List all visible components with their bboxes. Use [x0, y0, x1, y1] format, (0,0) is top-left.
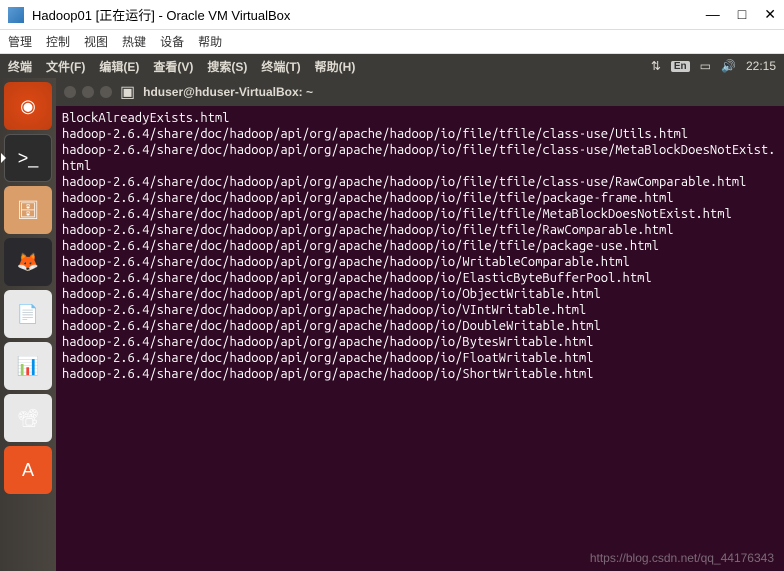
- launcher-firefox[interactable]: 🦊: [4, 238, 52, 286]
- menu-search[interactable]: 搜索(S): [207, 58, 247, 75]
- unity-launcher: ◉>_🗄🦊📄📊📽A: [0, 78, 56, 571]
- network-icon[interactable]: ⇅: [651, 59, 661, 73]
- terminal-window: ▣ hduser@hduser-VirtualBox: ~ BlockAlrea…: [56, 78, 784, 571]
- menu-view[interactable]: 查看(V): [153, 58, 193, 75]
- term-close-icon[interactable]: [64, 86, 76, 98]
- menu-devices[interactable]: 设备: [160, 33, 184, 50]
- menu-manage[interactable]: 管理: [8, 33, 32, 50]
- ubuntu-menubar: 终端 文件(F) 编辑(E) 查看(V) 搜索(S) 终端(T) 帮助(H) ⇅…: [0, 54, 784, 78]
- launcher-calc[interactable]: 📊: [4, 342, 52, 390]
- minimize-button[interactable]: —: [706, 6, 720, 23]
- language-indicator[interactable]: En: [671, 61, 690, 72]
- terminal-titlebar[interactable]: ▣ hduser@hduser-VirtualBox: ~: [56, 78, 784, 106]
- term-maximize-icon[interactable]: [100, 86, 112, 98]
- terminal-output[interactable]: BlockAlreadyExists.html hadoop-2.6.4/sha…: [56, 106, 784, 571]
- launcher-ubuntu-dash[interactable]: ◉: [4, 82, 52, 130]
- menu-hotkey[interactable]: 热键: [122, 33, 146, 50]
- menu-edit[interactable]: 编辑(E): [99, 58, 139, 75]
- clock[interactable]: 22:15: [746, 59, 776, 73]
- battery-icon[interactable]: ▭: [700, 59, 711, 73]
- menu-terminal[interactable]: 终端(T): [261, 58, 300, 75]
- term-minimize-icon[interactable]: [82, 86, 94, 98]
- menu-control[interactable]: 控制: [46, 33, 70, 50]
- ubuntu-desktop: ◉>_🗄🦊📄📊📽A ▣ hduser@hduser-VirtualBox: ~ …: [0, 78, 784, 571]
- launcher-files[interactable]: 🗄: [4, 186, 52, 234]
- folder-icon: ▣: [120, 82, 135, 102]
- app-name[interactable]: 终端: [8, 58, 32, 75]
- maximize-button[interactable]: □: [738, 6, 746, 23]
- launcher-software[interactable]: A: [4, 446, 52, 494]
- virtualbox-titlebar: Hadoop01 [正在运行] - Oracle VM VirtualBox —…: [0, 0, 784, 30]
- menu-help[interactable]: 帮助(H): [315, 58, 356, 75]
- menu-help[interactable]: 帮助: [198, 33, 222, 50]
- virtualbox-title: Hadoop01 [正在运行] - Oracle VM VirtualBox: [32, 5, 706, 24]
- volume-icon[interactable]: 🔊: [721, 59, 736, 73]
- virtualbox-menubar: 管理 控制 视图 热键 设备 帮助: [0, 30, 784, 54]
- menu-view[interactable]: 视图: [84, 33, 108, 50]
- launcher-writer[interactable]: 📄: [4, 290, 52, 338]
- close-button[interactable]: ✕: [764, 6, 776, 23]
- launcher-terminal[interactable]: >_: [4, 134, 52, 182]
- launcher-impress[interactable]: 📽: [4, 394, 52, 442]
- virtualbox-icon: [8, 7, 24, 23]
- window-controls: — □ ✕: [706, 6, 776, 23]
- terminal-title: hduser@hduser-VirtualBox: ~: [143, 85, 313, 99]
- menu-file[interactable]: 文件(F): [46, 58, 85, 75]
